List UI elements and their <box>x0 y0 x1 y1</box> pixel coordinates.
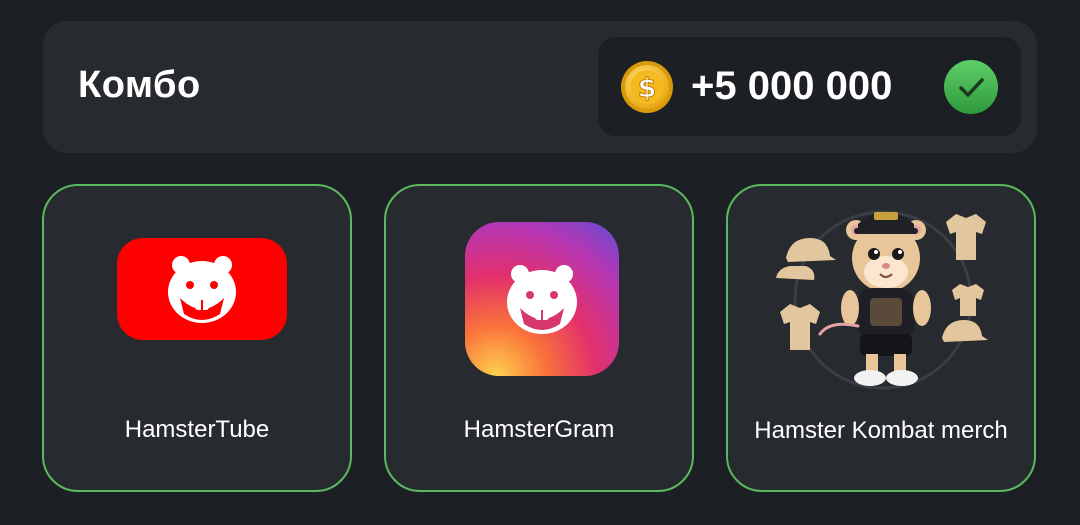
hamster-gram-logo <box>465 222 619 376</box>
combo-title: Комбо <box>78 64 201 106</box>
card-label: Hamster Kombat merch <box>754 417 1008 444</box>
dollar-coin-icon: $ <box>621 61 673 113</box>
check-circle-icon <box>944 60 998 114</box>
hamster-tube-logo <box>117 238 287 340</box>
card-label: HamsterGram <box>463 416 615 443</box>
combo-header: Комбо $ +5 000 000 <box>43 21 1037 153</box>
svg-text:$: $ <box>638 73 657 104</box>
combo-card-hamstertube[interactable]: HamsterTube <box>42 184 352 492</box>
combo-card-hamstergram[interactable]: HamsterGram <box>384 184 694 492</box>
combo-reward-panel: $ +5 000 000 <box>598 37 1021 136</box>
card-label: HamsterTube <box>124 416 270 443</box>
hamster-merch-image <box>776 210 988 390</box>
combo-reward-amount: +5 000 000 <box>691 64 893 108</box>
combo-card-hamster-merch[interactable]: Hamster Kombat merch <box>726 184 1036 492</box>
